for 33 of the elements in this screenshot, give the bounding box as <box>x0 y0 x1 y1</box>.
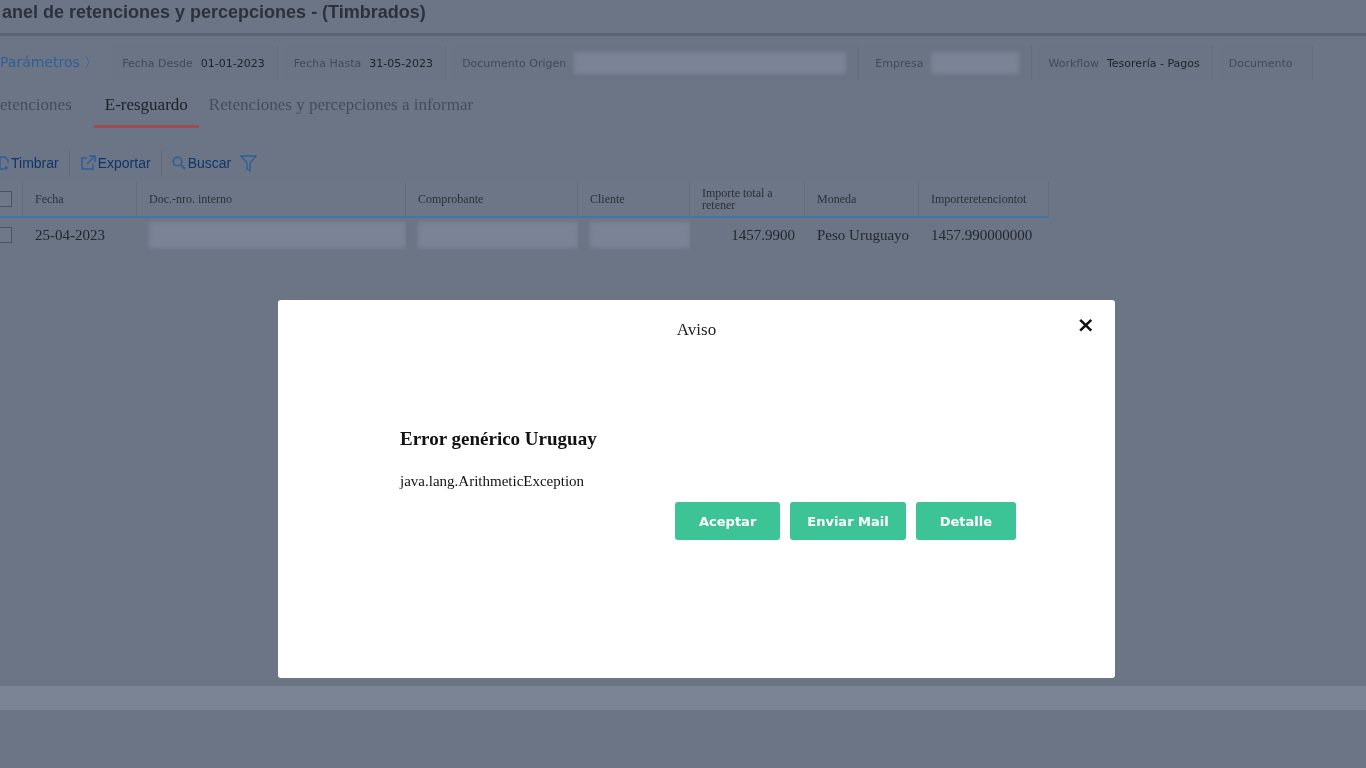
field-value: 01-01-2023 <box>200 56 265 70</box>
table-cell: 1457.990000000 <box>931 226 1033 244</box>
close-button[interactable]: × <box>1072 315 1099 335</box>
stamp-button[interactable]: Timbrar <box>0 150 69 176</box>
column-header: Fecha <box>35 193 64 205</box>
dialog-title: Aviso <box>676 320 717 340</box>
error-message: java.lang.ArithmeticException <box>400 473 586 490</box>
checkbox[interactable] <box>0 191 12 207</box>
column-header: Importe total a retener <box>702 187 774 211</box>
external-link-icon <box>79 155 96 171</box>
search-button[interactable]: Buscar <box>171 150 242 176</box>
tab[interactable]: E-resguardo <box>93 95 199 128</box>
parameters-link[interactable]: Parámetros 〉 <box>0 54 99 72</box>
export-button[interactable]: Exportar <box>79 150 161 176</box>
filter-icon[interactable] <box>240 154 258 172</box>
dialog-button[interactable]: Enviar Mail <box>790 502 906 540</box>
column-header: Doc.-nro. interno <box>149 193 232 205</box>
column-header: Moneda <box>817 193 857 205</box>
column-header: Comprobante <box>418 193 484 205</box>
field-value: 31-05-2023 <box>369 56 434 70</box>
table-cell: 1457.9900 <box>731 226 795 244</box>
document-plus-icon <box>0 156 9 170</box>
column-header: Importeretenciontot <box>931 193 1027 205</box>
field-value: Tesorería - Pagos <box>1107 56 1200 70</box>
table-cell: Peso Uruguayo <box>817 226 910 244</box>
error-heading: Error genérico Uruguay <box>400 428 598 450</box>
column-header: Cliente <box>590 193 625 205</box>
table-cell: 25-04-2023 <box>35 226 105 244</box>
page-title: anel de retenciones y percepciones - (Timbrados) <box>1 1 427 24</box>
dialog-button[interactable]: Detalle <box>915 502 1017 540</box>
search-icon <box>171 156 186 170</box>
checkbox[interactable] <box>0 227 12 243</box>
dialog-button[interactable]: Aceptar <box>675 502 781 540</box>
